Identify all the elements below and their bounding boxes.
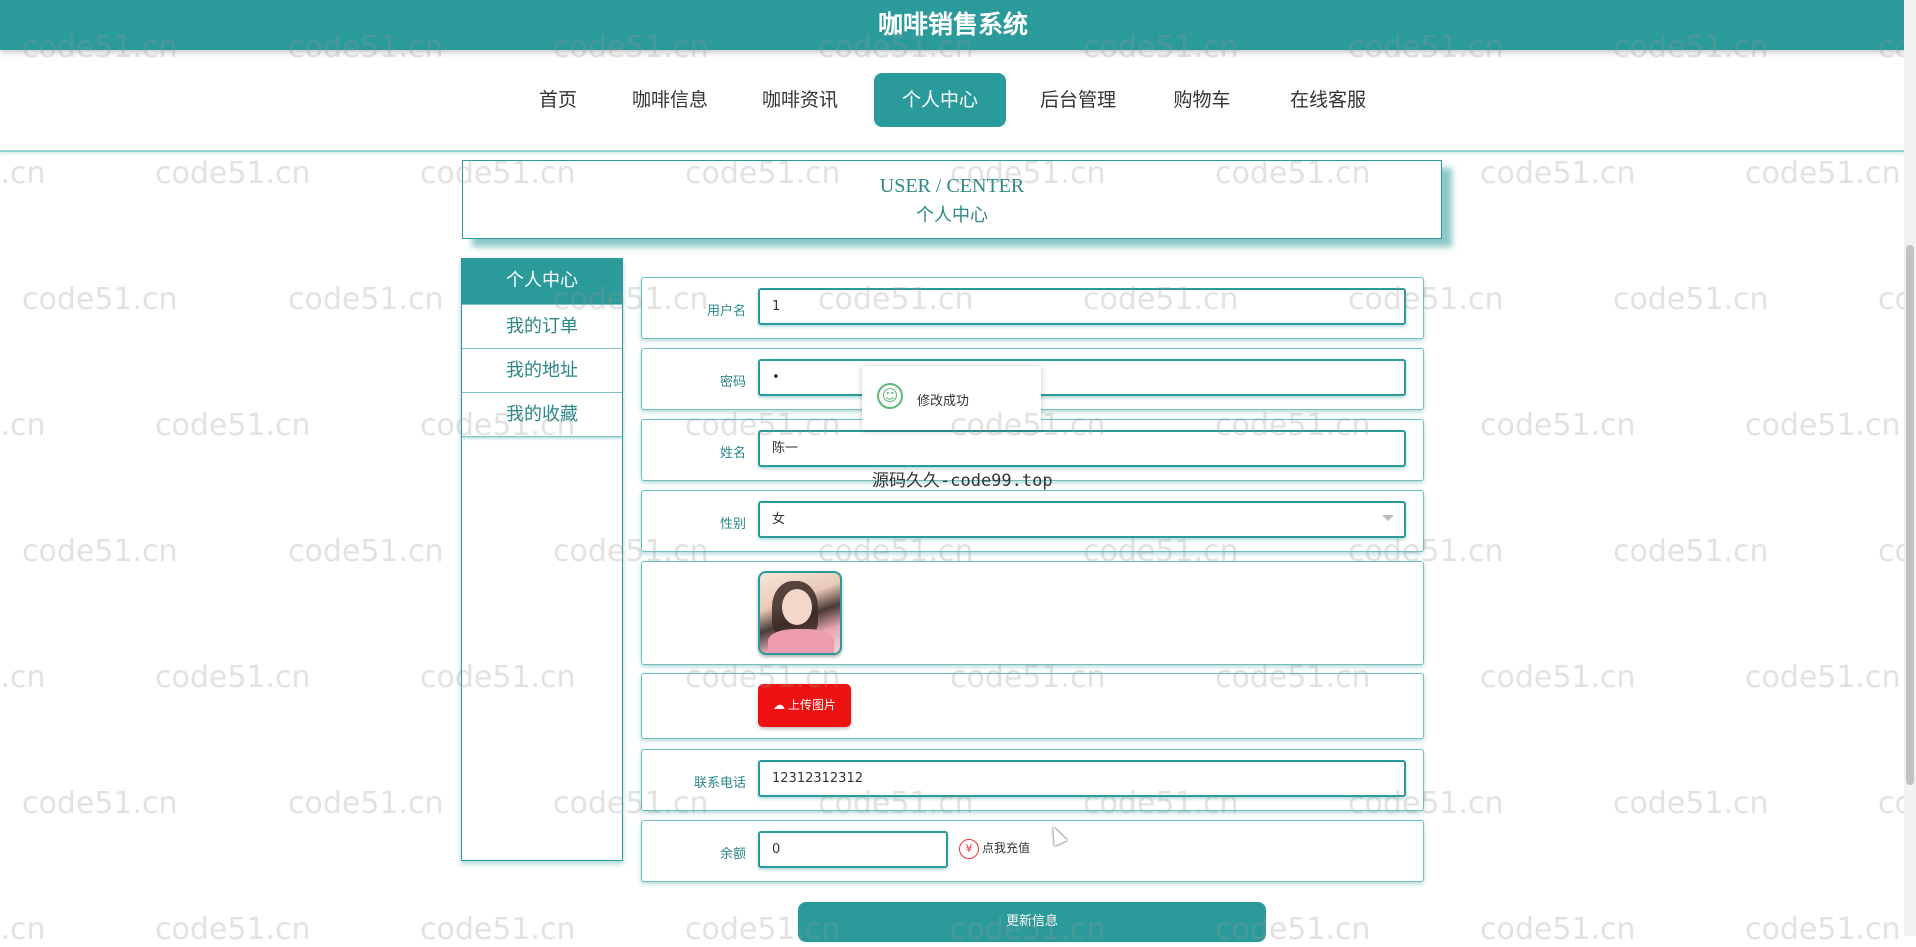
section-header-cn: 个人中心 bbox=[916, 205, 988, 225]
name-input[interactable]: 陈一 bbox=[758, 430, 1406, 467]
side-item-user-center[interactable]: 个人中心 bbox=[462, 258, 622, 305]
row-upload: ☁ 上传图片 bbox=[641, 673, 1424, 739]
watermark-text: code51.cn bbox=[155, 408, 311, 443]
section-header: USER / CENTER 个人中心 bbox=[462, 160, 1442, 239]
row-username: 用户名 1 bbox=[641, 277, 1424, 339]
update-info-button[interactable]: 更新信息 bbox=[798, 902, 1266, 942]
watermark-text: code51.cn bbox=[0, 156, 46, 191]
watermark-text: code51.cn bbox=[1480, 408, 1636, 443]
phone-input[interactable]: 12312312312 bbox=[758, 760, 1406, 797]
balance-label: 余额 bbox=[719, 847, 746, 862]
avatar-image bbox=[758, 571, 842, 655]
yen-icon: ¥ bbox=[959, 839, 979, 859]
watermark-text: code51.cn bbox=[155, 912, 311, 947]
nav-item-coffee-news[interactable]: 咖啡资讯 bbox=[752, 73, 848, 127]
nav-item-user-center[interactable]: 个人中心 bbox=[874, 73, 1006, 127]
side-item-my-favorites[interactable]: 我的收藏 bbox=[462, 393, 622, 437]
upload-image-button[interactable]: ☁ 上传图片 bbox=[758, 684, 851, 727]
nav-item-online-service[interactable]: 在线客服 bbox=[1280, 73, 1376, 127]
password-input[interactable]: • bbox=[758, 359, 1406, 396]
username-label: 用户名 bbox=[706, 304, 746, 319]
name-label: 姓名 bbox=[719, 446, 746, 461]
cloud-upload-icon: ☁ bbox=[772, 698, 785, 712]
row-avatar bbox=[641, 561, 1424, 665]
row-phone: 联系电话 12312312312 bbox=[641, 749, 1424, 811]
app-title: 咖啡销售系统 bbox=[877, 10, 1028, 39]
gender-select[interactable]: 女 bbox=[758, 501, 1406, 538]
watermark-text: code51.cn bbox=[288, 786, 444, 821]
watermark-text: code51.cn bbox=[1480, 912, 1636, 947]
watermark-text: code51.cn bbox=[0, 912, 46, 947]
side-item-my-address[interactable]: 我的地址 bbox=[462, 349, 622, 393]
watermark-text: code51.cn bbox=[1480, 156, 1636, 191]
watermark-text: code51.cn bbox=[22, 534, 178, 569]
watermark-text: code51.cn bbox=[1745, 156, 1901, 191]
upload-image-label: 上传图片 bbox=[787, 698, 836, 712]
nav-item-cart[interactable]: 购物车 bbox=[1162, 73, 1242, 127]
recharge-link[interactable]: ¥ 点我充值 bbox=[959, 838, 1030, 859]
gender-label: 性别 bbox=[719, 517, 746, 532]
watermark-text: code51.cn bbox=[1745, 912, 1901, 947]
watermark-text: code51.cn bbox=[288, 282, 444, 317]
app-title-bar: 咖啡销售系统 bbox=[0, 0, 1906, 50]
toast-message: 修改成功 bbox=[917, 394, 970, 409]
main-nav: 首页 咖啡信息 咖啡资讯 个人中心 后台管理 购物车 在线客服 bbox=[0, 50, 1906, 152]
watermark-text: code51.cn bbox=[0, 660, 46, 695]
side-menu: 个人中心 我的订单 我的地址 我的收藏 bbox=[461, 258, 623, 861]
balance-input[interactable]: 0 bbox=[758, 831, 948, 868]
row-gender: 性别 女 bbox=[641, 490, 1424, 552]
nav-item-coffee-info[interactable]: 咖啡信息 bbox=[622, 73, 718, 127]
recharge-label: 点我充值 bbox=[982, 841, 1031, 855]
gender-select-value: 女 bbox=[772, 512, 786, 527]
nav-item-admin[interactable]: 后台管理 bbox=[1030, 73, 1126, 127]
scrollbar-thumb[interactable] bbox=[1906, 245, 1914, 785]
watermark-text: code51.cn bbox=[420, 912, 576, 947]
password-label: 密码 bbox=[719, 375, 746, 390]
phone-label: 联系电话 bbox=[693, 776, 746, 791]
watermark-text: code51.cn bbox=[1745, 660, 1901, 695]
page-scrollbar[interactable] bbox=[1904, 0, 1916, 936]
section-header-en: USER / CENTER bbox=[879, 175, 1025, 197]
watermark-text: code51.cn bbox=[1480, 660, 1636, 695]
username-input[interactable]: 1 bbox=[758, 288, 1406, 325]
overlay-source-text: 源码久久-code99.top bbox=[872, 471, 1053, 491]
watermark-text: code51.cn bbox=[0, 408, 46, 443]
watermark-text: code51.cn bbox=[155, 660, 311, 695]
smile-icon: ☺ bbox=[877, 383, 903, 409]
watermark-text: code51.cn bbox=[1613, 786, 1769, 821]
watermark-text: code51.cn bbox=[1613, 534, 1769, 569]
watermark-text: code51.cn bbox=[1745, 408, 1901, 443]
row-balance: 余额 0 ¥ 点我充值 bbox=[641, 820, 1424, 882]
watermark-text: code51.cn bbox=[1613, 282, 1769, 317]
watermark-text: code51.cn bbox=[22, 786, 178, 821]
side-item-my-orders[interactable]: 我的订单 bbox=[462, 305, 622, 349]
nav-item-home[interactable]: 首页 bbox=[530, 73, 586, 127]
chevron-down-icon bbox=[1382, 515, 1394, 521]
watermark-text: code51.cn bbox=[288, 534, 444, 569]
watermark-text: code51.cn bbox=[22, 282, 178, 317]
success-toast: ☺ 修改成功 bbox=[862, 366, 1041, 430]
watermark-text: code51.cn bbox=[155, 156, 311, 191]
